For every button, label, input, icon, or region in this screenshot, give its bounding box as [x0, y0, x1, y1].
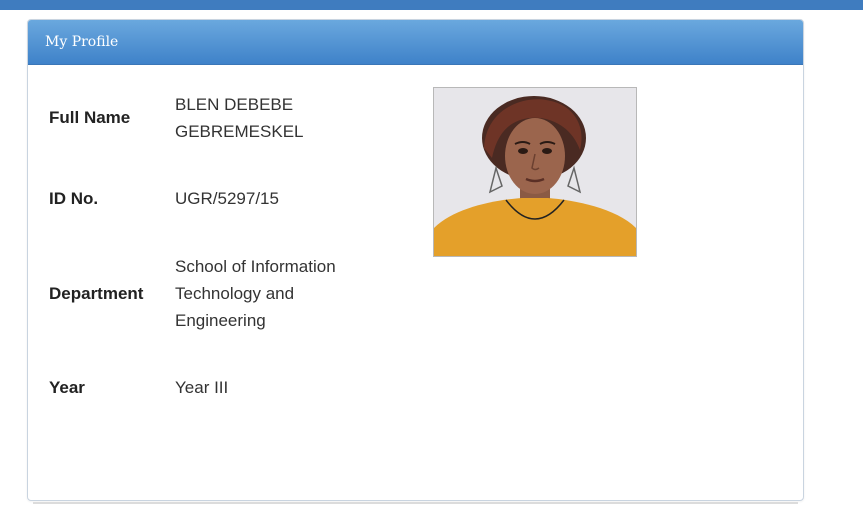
full-name-value: BLEN DEBEBE GEBREMESKEL [175, 91, 375, 145]
year-value: Year III [175, 378, 229, 397]
department-label: Department [49, 284, 144, 303]
top-navigation-bar [0, 0, 863, 10]
id-label: ID No. [49, 189, 99, 208]
department-value: School of Information Technology and Eng… [175, 253, 375, 334]
panel-title: My Profile [28, 20, 803, 65]
panel-divider [33, 502, 798, 504]
profile-panel: My Profile Full Name BLEN DEBEBE GEBREME… [27, 19, 804, 501]
full-name-line: BLEN DEBEBE [175, 95, 294, 114]
department-line: Technology and [175, 284, 295, 303]
person-photo-icon [434, 88, 636, 256]
department-line: Engineering [175, 311, 266, 330]
full-name-line: GEBREMESKEL [175, 122, 304, 141]
full-name-label: Full Name [49, 108, 131, 127]
department-line: School of Information [175, 257, 336, 276]
profile-photo [433, 87, 637, 257]
id-value: UGR/5297/15 [175, 189, 279, 208]
year-label: Year [49, 378, 85, 397]
